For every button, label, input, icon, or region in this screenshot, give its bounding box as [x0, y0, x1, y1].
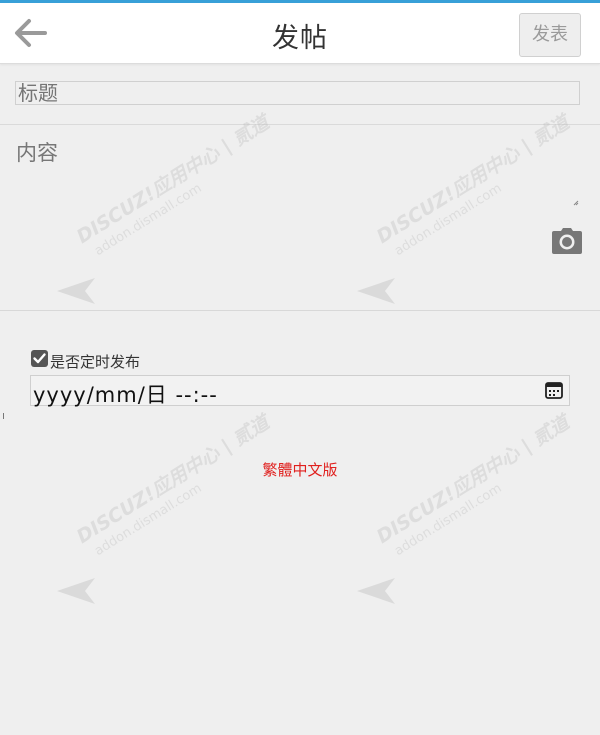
- timer-checkbox[interactable]: [31, 350, 48, 367]
- subject-row: [0, 64, 600, 125]
- datetime-placeholder: yyyy/mm/日 --:--: [33, 383, 218, 407]
- resize-grip-icon[interactable]: [573, 200, 579, 206]
- watermark-url: addon.dismall.com: [392, 480, 505, 559]
- app-header: 发帖 发表: [0, 3, 600, 64]
- timer-label: 是否定时发布: [50, 353, 141, 371]
- watermark: DISCUZ!应用中心 | 贰道 addon.dismall.com: [55, 412, 295, 610]
- subject-input[interactable]: [15, 81, 580, 105]
- divider-mark: [3, 413, 4, 419]
- watermark-arrow-icon: [57, 578, 95, 604]
- camera-upload-button[interactable]: [551, 227, 583, 255]
- publish-button[interactable]: 发表: [519, 13, 581, 57]
- camera-icon: [552, 228, 582, 254]
- content-area[interactable]: 内容: [0, 125, 600, 311]
- check-icon: [33, 353, 46, 364]
- content-placeholder: 内容: [16, 141, 58, 165]
- traditional-chinese-link[interactable]: 繁體中文版: [0, 459, 600, 480]
- watermark: DISCUZ!应用中心 | 贰道 addon.dismall.com: [355, 412, 595, 610]
- watermark-arrow-icon: [357, 578, 395, 604]
- page-title: 发帖: [272, 23, 328, 54]
- watermark-url: addon.dismall.com: [92, 480, 205, 559]
- datetime-input[interactable]: yyyy/mm/日 --:--: [30, 375, 570, 407]
- calendar-icon[interactable]: [544, 380, 564, 400]
